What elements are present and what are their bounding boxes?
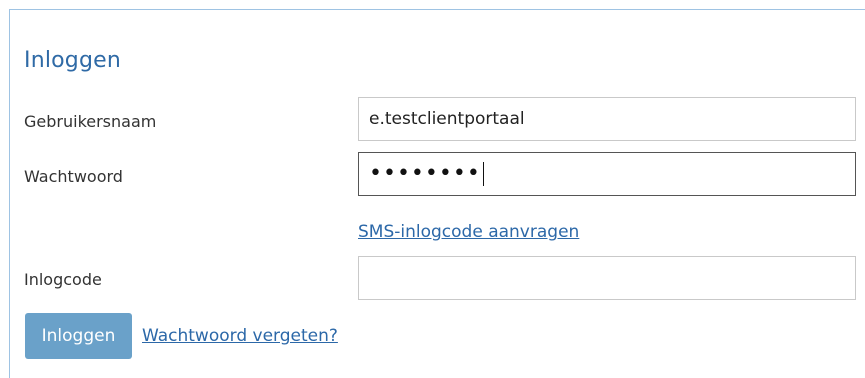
login-code-label: Inlogcode (24, 270, 102, 289)
password-label: Wachtwoord (24, 167, 123, 186)
login-button[interactable]: Inloggen (25, 313, 132, 359)
sms-code-request-link[interactable]: SMS-inlogcode aanvragen (358, 222, 579, 242)
login-code-input[interactable] (369, 268, 855, 288)
username-input[interactable] (369, 109, 855, 129)
username-field[interactable] (358, 97, 856, 141)
password-masked-value: •••••••• (369, 161, 481, 186)
username-label: Gebruikersnaam (24, 112, 157, 131)
page-title: Inloggen (24, 48, 122, 73)
text-caret (482, 162, 484, 186)
login-code-field[interactable] (358, 256, 856, 300)
forgot-password-link[interactable]: Wachtwoord vergeten? (142, 326, 338, 346)
password-field[interactable]: •••••••• (358, 152, 856, 196)
